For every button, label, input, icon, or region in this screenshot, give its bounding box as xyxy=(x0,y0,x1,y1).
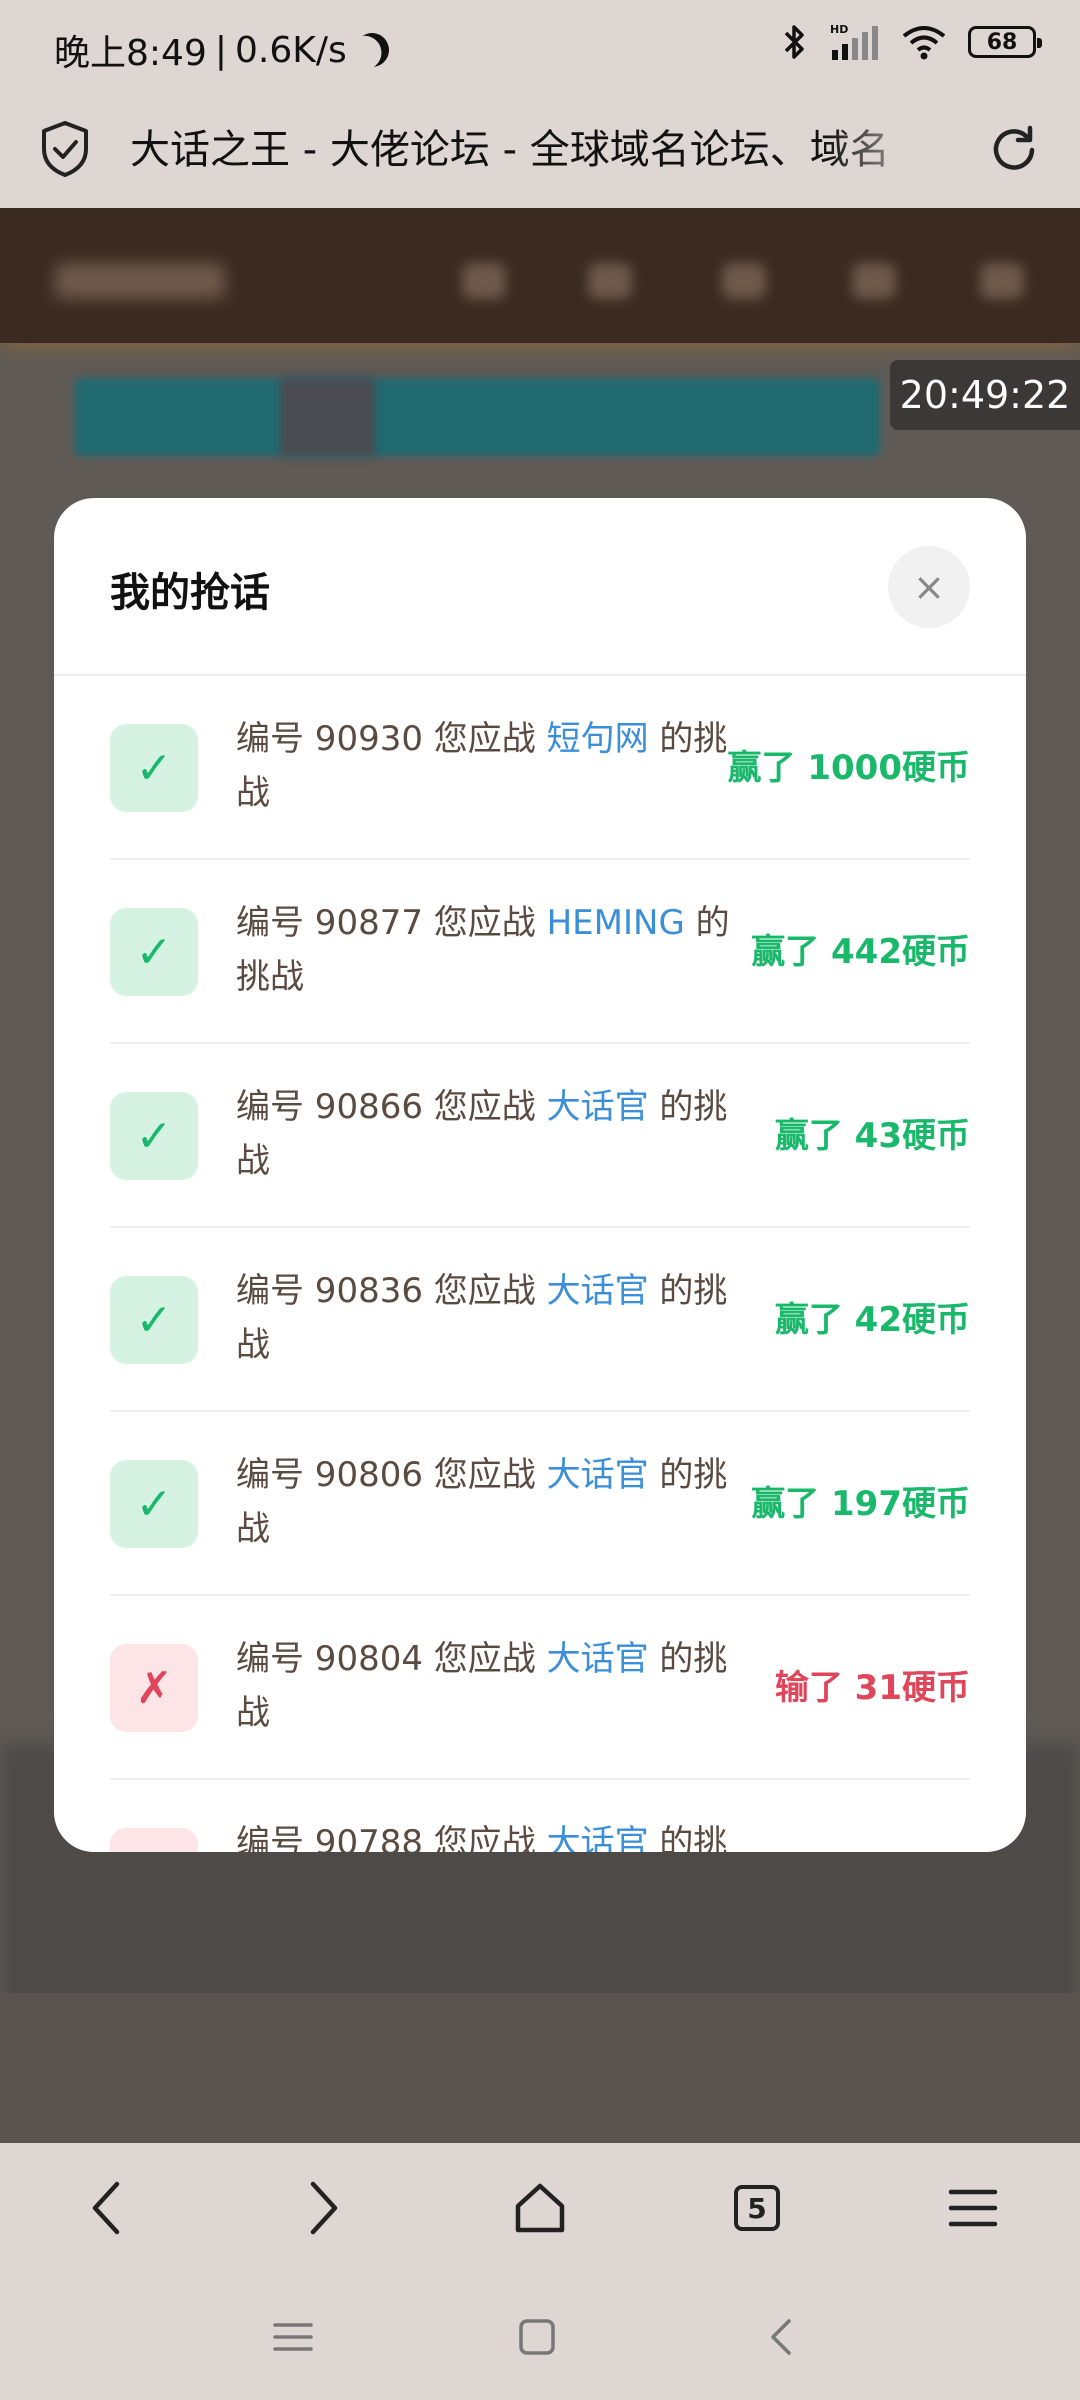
result-label: 赢了 1000硬币 xyxy=(727,748,970,788)
list-item[interactable]: ✓ 编号 90877 您应战 HEMING 的挑战 赢了 442硬币 xyxy=(110,860,970,1044)
item-description: 编号 90836 您应战 大话官 的挑战 xyxy=(236,1264,746,1372)
challenger-link[interactable]: 大话官 xyxy=(547,1639,649,1679)
result-label: 赢了 42硬币 xyxy=(774,1300,970,1340)
bg-header xyxy=(0,208,1080,343)
item-description: 编号 90788 您应战 大话官 的挑战 xyxy=(236,1816,746,1852)
challenger-link[interactable]: 大话官 xyxy=(547,1087,649,1127)
svg-text:HD: HD xyxy=(830,24,848,36)
status-net-speed: 0.6K/s xyxy=(234,29,347,71)
list-item[interactable]: ✓ 编号 90930 您应战 短句网 的挑战 赢了 1000硬币 xyxy=(110,676,970,860)
list-item[interactable]: ✓ 编号 90866 您应战 大话官 的挑战 赢了 43硬币 xyxy=(110,1044,970,1228)
bg-blob xyxy=(462,263,506,299)
triangle-back-icon xyxy=(771,2319,791,2355)
bg-blob xyxy=(722,263,766,299)
recents-icon xyxy=(273,2323,313,2351)
item-description: 编号 90804 您应战 大话官 的挑战 xyxy=(236,1632,746,1740)
status-divider: | xyxy=(214,29,227,71)
close-button[interactable]: × xyxy=(888,546,970,628)
list-item[interactable]: ✓ 编号 90836 您应战 大话官 的挑战 赢了 42硬币 xyxy=(110,1228,970,1412)
result-label: 赢了 43硬币 xyxy=(774,1116,970,1156)
result-label: 赢了 442硬币 xyxy=(751,932,970,972)
item-prefix: 编号 90836 您应战 xyxy=(236,1271,547,1311)
address-bar: 大话之王 - 大佬论坛 - 全球域名论坛、域名 xyxy=(0,96,1080,208)
check-icon: ✓ xyxy=(110,1460,198,1548)
page-title[interactable]: 大话之王 - 大佬论坛 - 全球域名论坛、域名 xyxy=(130,118,940,182)
item-prefix: 编号 90877 您应战 xyxy=(236,903,547,943)
reload-icon[interactable] xyxy=(986,122,1042,178)
list-item[interactable]: ✗ 编号 90804 您应战 大话官 的挑战 输了 31硬币 xyxy=(110,1596,970,1780)
challenge-list: ✓ 编号 90930 您应战 短句网 的挑战 赢了 1000硬币 ✓ 编号 90877 … xyxy=(110,676,970,1852)
bg-nav-active xyxy=(280,378,375,456)
shield-icon[interactable] xyxy=(40,120,90,178)
challenger-link[interactable]: HEMING xyxy=(547,903,685,943)
challenger-link[interactable]: 短句网 xyxy=(547,719,649,759)
browser-toolbar: 5 xyxy=(0,2143,1080,2271)
bg-blob xyxy=(980,263,1024,299)
check-icon: ✓ xyxy=(110,1092,198,1180)
my-challenges-modal: 我的抢话 × ✓ 编号 90930 您应战 短句网 的挑战 赢了 1000硬币 ✓ 编号… xyxy=(54,498,1026,1852)
forward-button[interactable] xyxy=(288,2173,358,2243)
signal-icon: HD xyxy=(830,24,878,60)
challenger-link[interactable]: 大话官 xyxy=(547,1271,649,1311)
square-icon xyxy=(519,2319,555,2355)
recents-button[interactable] xyxy=(263,2307,323,2367)
system-home-button[interactable] xyxy=(507,2307,567,2367)
wifi-icon xyxy=(902,26,946,60)
result-label: 赢了 197硬币 xyxy=(751,1484,970,1524)
battery-level: 68 xyxy=(986,29,1018,55)
moon-icon xyxy=(350,28,394,72)
status-left: 晚上8:49 | 0.6K/s xyxy=(54,24,389,76)
status-bar: 晚上8:49 | 0.6K/s HD 68 xyxy=(0,0,1080,96)
check-icon: ✓ xyxy=(110,908,198,996)
bg-blob xyxy=(852,263,896,299)
home-button[interactable] xyxy=(505,2173,575,2243)
bg-nav xyxy=(75,378,880,456)
check-icon: ✓ xyxy=(110,724,198,812)
list-item[interactable]: ✗ 编号 90788 您应战 大话官 的挑战 xyxy=(110,1780,970,1852)
tabs-button[interactable]: 5 xyxy=(722,2173,792,2243)
home-icon xyxy=(515,2183,565,2233)
bg-logo xyxy=(55,263,225,299)
list-item[interactable]: ✓ 编号 90806 您应战 大话官 的挑战 赢了 197硬币 xyxy=(110,1412,970,1596)
item-description: 编号 90806 您应战 大话官 的挑战 xyxy=(236,1448,746,1556)
item-prefix: 编号 90804 您应战 xyxy=(236,1639,547,1679)
challenger-link[interactable]: 大话官 xyxy=(547,1455,649,1495)
modal-header: 我的抢话 × xyxy=(54,498,1026,676)
system-nav xyxy=(0,2271,1080,2400)
cross-icon: ✗ xyxy=(110,1644,198,1732)
item-prefix: 编号 90788 您应战 xyxy=(236,1823,547,1852)
status-right: HD 68 xyxy=(782,22,1042,62)
challenger-link[interactable]: 大话官 xyxy=(547,1823,649,1852)
bluetooth-icon xyxy=(784,25,804,59)
item-prefix: 编号 90806 您应战 xyxy=(236,1455,547,1495)
status-time: 晚上8:49 xyxy=(54,33,207,74)
check-icon: ✓ xyxy=(110,1276,198,1364)
cross-icon: ✗ xyxy=(110,1828,198,1852)
chevron-left-icon xyxy=(92,2181,120,2235)
battery-icon: 68 xyxy=(968,26,1042,58)
item-description: 编号 90930 您应战 短句网 的挑战 xyxy=(236,712,746,820)
system-back-button[interactable] xyxy=(751,2307,811,2367)
chevron-right-icon xyxy=(310,2181,338,2235)
timestamp-overlay: 20:49:22 xyxy=(890,360,1080,430)
menu-icon xyxy=(948,2189,998,2227)
menu-button[interactable] xyxy=(938,2173,1008,2243)
tabs-count-icon: 5 xyxy=(734,2185,780,2231)
item-description: 编号 90877 您应战 HEMING 的挑战 xyxy=(236,896,746,1004)
item-prefix: 编号 90866 您应战 xyxy=(236,1087,547,1127)
modal-title: 我的抢话 xyxy=(110,570,270,616)
bg-footer xyxy=(0,1993,1080,2143)
back-button[interactable] xyxy=(72,2173,142,2243)
result-label: 输了 31硬币 xyxy=(774,1668,970,1708)
item-description: 编号 90866 您应战 大话官 的挑战 xyxy=(236,1080,746,1188)
item-prefix: 编号 90930 您应战 xyxy=(236,719,547,759)
bg-blob xyxy=(588,263,632,299)
